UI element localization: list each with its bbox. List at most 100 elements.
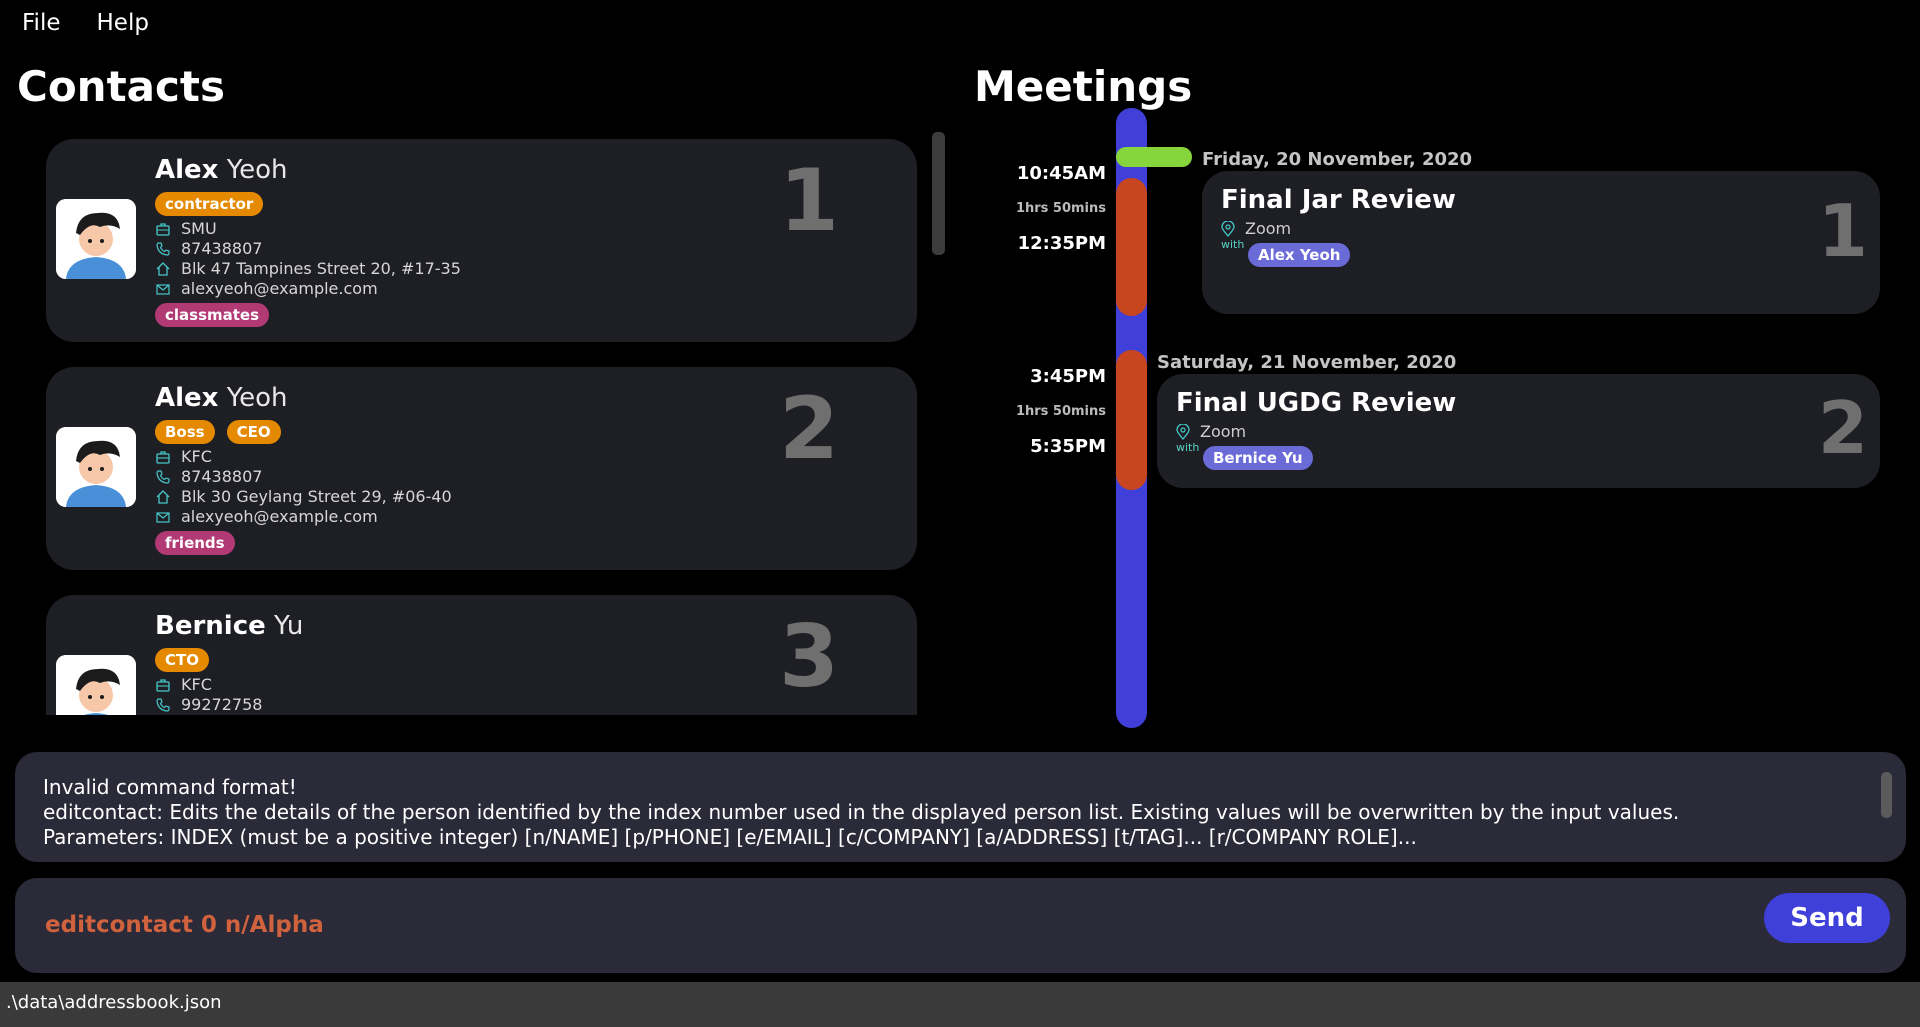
contact-index: 1 — [779, 151, 839, 251]
contacts-heading: Contacts — [17, 62, 225, 111]
contact-address: Blk 47 Tampines Street 20, #17-35 — [181, 259, 461, 278]
result-line: editcontact: Edits the details of the pe… — [43, 800, 1680, 824]
phone-icon — [155, 469, 171, 485]
contact-card[interactable]: Alex Yeoh contractor SMU 87438807 Blk 47… — [46, 139, 917, 342]
home-icon — [155, 261, 171, 277]
role-tags: CTO — [155, 648, 209, 672]
status-bar: .\data\addressbook.json — [0, 982, 1920, 1027]
command-box: Send — [15, 878, 1906, 973]
avatar-illustration — [56, 199, 136, 279]
meetings-heading: Meetings — [974, 62, 1193, 111]
meeting-location: Zoom — [1221, 219, 1291, 238]
envelope-icon — [155, 281, 171, 297]
meeting-date: Friday, 20 November, 2020 — [1202, 149, 1473, 170]
meeting-start-time: 3:45PM — [1030, 366, 1106, 387]
contact-name: Bernice Yu — [155, 611, 303, 641]
result-display[interactable]: Invalid command format! editcontact: Edi… — [15, 752, 1906, 862]
group-tag: classmates — [155, 303, 270, 327]
meeting-index: 1 — [1817, 189, 1868, 273]
role-tag: CEO — [226, 420, 281, 444]
contact-address: Blk 30 Geylang Street 29, #06-40 — [181, 487, 452, 506]
contact-name: Alex Yeoh — [155, 155, 288, 185]
contact-company: KFC — [181, 447, 212, 466]
meeting-card[interactable]: Final UGDG Review Zoom with Bernice Yu 2 — [1157, 374, 1880, 488]
contact-name: Alex Yeoh — [155, 383, 288, 413]
briefcase-icon — [155, 221, 171, 237]
with-label: with — [1221, 238, 1245, 251]
home-icon — [155, 489, 171, 505]
contact-index: 3 — [779, 607, 839, 707]
contact-company: KFC — [181, 675, 212, 694]
meeting-location-label: Zoom — [1200, 422, 1247, 441]
email-row: alexyeoh@example.com — [155, 507, 378, 526]
contact-last-name: Yeoh — [226, 383, 288, 413]
role-tags: contractor — [155, 192, 264, 216]
briefcase-icon — [155, 449, 171, 465]
meeting-card[interactable]: Final Jar Review Zoom with Alex Yeoh 1 — [1202, 171, 1880, 314]
company-row: KFC — [155, 447, 212, 466]
phone-icon — [155, 241, 171, 257]
role-tag: CTO — [155, 648, 209, 672]
contact-phone: 87438807 — [181, 467, 263, 486]
avatar — [56, 427, 136, 507]
avatar-illustration — [56, 655, 136, 715]
timeline-meeting-segment — [1116, 350, 1147, 490]
contact-phone: 87438807 — [181, 239, 263, 258]
phone-row: 87438807 — [155, 467, 262, 486]
contact-card[interactable]: Alex Yeoh Boss CEO KFC 87438807 Blk 30 G… — [46, 367, 917, 570]
with-label: with — [1176, 441, 1200, 454]
contact-last-name: Yu — [274, 611, 304, 641]
meeting-location: Zoom — [1176, 422, 1246, 441]
menu-bar: File Help — [0, 0, 1920, 46]
contacts-scrollbar[interactable] — [932, 132, 945, 255]
role-tag: contractor — [155, 192, 264, 216]
phone-icon — [155, 697, 171, 713]
meeting-end-time: 12:35PM — [1017, 233, 1106, 254]
avatar — [56, 199, 136, 279]
contact-first-name: Alex — [155, 155, 219, 185]
contact-index: 2 — [779, 379, 839, 479]
meeting-duration: 1hrs 50mins — [1015, 404, 1106, 419]
meeting-duration: 1hrs 50mins — [1015, 201, 1106, 216]
contact-list[interactable]: Alex Yeoh contractor SMU 87438807 Blk 47… — [0, 125, 960, 715]
contact-last-name: Yeoh — [226, 155, 288, 185]
participant-tag: Bernice Yu — [1203, 446, 1313, 470]
result-scrollbar[interactable] — [1881, 772, 1892, 818]
contact-card[interactable]: Bernice Yu CTO KFC 99272758 3 — [46, 595, 917, 715]
timeline-today-marker — [1116, 147, 1192, 167]
avatar-illustration — [56, 427, 136, 507]
meeting-date: Saturday, 21 November, 2020 — [1157, 352, 1457, 373]
save-file-path: .\data\addressbook.json — [6, 992, 222, 1013]
contact-company: SMU — [181, 219, 217, 238]
send-button[interactable]: Send — [1764, 893, 1890, 943]
company-row: SMU — [155, 219, 217, 238]
menu-help[interactable]: Help — [97, 10, 149, 36]
contact-first-name: Alex — [155, 383, 219, 413]
participant-tag: Alex Yeoh — [1248, 243, 1351, 267]
result-line: Invalid command format! — [43, 775, 297, 799]
map-pin-icon — [1176, 423, 1192, 440]
role-tag: Boss — [155, 420, 215, 444]
meeting-start-time: 10:45AM — [1016, 163, 1106, 184]
address-row: Blk 47 Tampines Street 20, #17-35 — [155, 259, 461, 278]
avatar — [56, 655, 136, 715]
contact-phone: 99272758 — [181, 695, 263, 714]
contact-first-name: Bernice — [155, 611, 266, 641]
timeline-meeting-segment — [1116, 178, 1147, 316]
email-row: alexyeoh@example.com — [155, 279, 378, 298]
meeting-title: Final Jar Review — [1221, 185, 1456, 215]
contact-email: alexyeoh@example.com — [181, 279, 378, 298]
meeting-title: Final UGDG Review — [1176, 388, 1457, 418]
menu-file[interactable]: File — [22, 10, 61, 36]
group-tag: friends — [155, 531, 235, 555]
map-pin-icon — [1221, 220, 1237, 237]
role-tags: Boss CEO — [155, 420, 281, 444]
meeting-end-time: 5:35PM — [1030, 436, 1106, 457]
contact-email: alexyeoh@example.com — [181, 507, 378, 526]
result-line: Parameters: INDEX (must be a positive in… — [43, 825, 1417, 849]
meeting-index: 2 — [1817, 386, 1868, 470]
briefcase-icon — [155, 677, 171, 693]
command-input[interactable] — [45, 905, 1695, 945]
phone-row: 87438807 — [155, 239, 262, 258]
phone-row: 99272758 — [155, 695, 262, 714]
